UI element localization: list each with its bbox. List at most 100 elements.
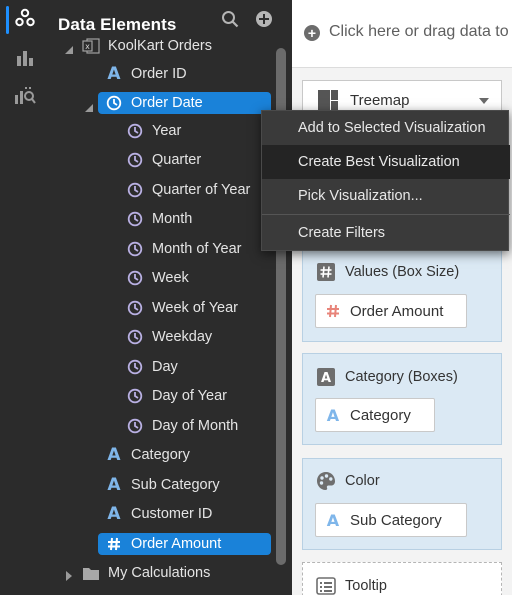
values-drop-zone[interactable]: Values (Box Size) Order Amount — [302, 250, 502, 342]
tree-item-date-part[interactable]: Weekday — [126, 326, 212, 348]
drop-hint: Click here or drag data to — [329, 23, 509, 40]
attribute-icon: A — [326, 510, 340, 530]
menu-item-pick-visualization[interactable]: Pick Visualization... — [262, 179, 510, 213]
tree-item-label: Day of Month — [152, 418, 239, 434]
tree-item-date-part[interactable]: Week of Year — [126, 297, 238, 319]
chip-label: Category — [350, 406, 411, 424]
date-icon — [126, 328, 144, 346]
excel-icon: x — [82, 37, 100, 55]
tree-item-label: Month — [152, 211, 193, 227]
attribute-icon: A — [326, 405, 340, 425]
tree-item-date-part[interactable]: Year — [126, 120, 181, 142]
tree-item-label: Category — [131, 447, 190, 463]
chip-label: Sub Category — [350, 511, 442, 529]
panel-title: Data Elements — [58, 15, 177, 34]
tree-item-date-part[interactable]: Month — [126, 208, 192, 230]
menu-divider — [262, 214, 510, 215]
tree-item-label: Order Date — [131, 95, 203, 111]
attribute-icon: A — [107, 64, 121, 84]
search-button[interactable] — [219, 10, 241, 32]
color-zone-title: Color — [345, 473, 380, 489]
tree-item-date-part[interactable]: Quarter — [126, 149, 201, 171]
date-icon — [126, 417, 144, 435]
tree-item-label: Day of Year — [152, 388, 227, 404]
folder-icon — [82, 564, 100, 582]
chip-label: Order Amount — [350, 302, 444, 320]
menu-item-add-to-selected[interactable]: Add to Selected Visualization — [262, 111, 510, 145]
tree-item-order-id[interactable]: A Order ID — [105, 63, 187, 85]
date-icon — [126, 387, 144, 405]
analytics-icon — [14, 86, 36, 111]
canvas-area: + Click here or drag data to Treemap Val… — [292, 0, 512, 595]
tree-item-label: Weekday — [152, 329, 213, 345]
order-date-collapse-toggle[interactable] — [84, 100, 94, 112]
color-chip[interactable]: A Sub Category — [315, 503, 467, 537]
tree-item-category[interactable]: A Category — [105, 444, 190, 466]
date-icon — [126, 269, 144, 287]
add-circle-icon: + — [304, 25, 320, 41]
tooltip-drop-zone[interactable]: Tooltip — [302, 562, 502, 595]
color-drop-zone[interactable]: Color A Sub Category — [302, 458, 502, 550]
measure-icon — [316, 262, 336, 282]
tree-item-label: Year — [152, 123, 182, 139]
measure-icon — [324, 302, 342, 320]
svg-text:x: x — [85, 42, 90, 51]
values-chip[interactable]: Order Amount — [315, 294, 467, 328]
my-calculations-expand-toggle[interactable] — [64, 568, 74, 581]
date-icon — [126, 358, 144, 376]
tree-item-customer-id[interactable]: A Customer ID — [105, 503, 212, 525]
data-elements-panel: Data Elements x KoolKart Orders A Order … — [50, 0, 292, 595]
tree-item-label: Order Amount — [131, 536, 222, 552]
category-chip[interactable]: A Category — [315, 398, 435, 432]
date-icon — [126, 181, 144, 199]
attribute-icon: A — [107, 445, 121, 465]
tree-item-label: Customer ID — [131, 506, 213, 522]
tree-item-label: Quarter of Year — [152, 182, 251, 198]
tree-item-date-part[interactable]: Day of Year — [126, 385, 227, 407]
tree-item-sub-category[interactable]: A Sub Category — [105, 474, 220, 496]
dataset-collapse-toggle[interactable] — [64, 42, 74, 54]
add-icon — [255, 10, 273, 33]
date-icon — [126, 210, 144, 228]
tree-item-dataset[interactable]: x KoolKart Orders — [82, 35, 212, 57]
tree-item-label: Order ID — [131, 66, 187, 82]
tree-item-date-part[interactable]: Quarter of Year — [126, 179, 250, 201]
tree-item-date-part[interactable]: Week — [126, 267, 189, 289]
tree-item-my-calculations[interactable]: My Calculations — [82, 562, 210, 584]
svg-text:A: A — [321, 371, 331, 386]
date-icon — [126, 122, 144, 140]
tree-item-order-amount[interactable]: Order Amount — [98, 533, 271, 555]
tooltip-icon — [316, 576, 336, 595]
date-icon — [126, 299, 144, 317]
tree-item-label: Sub Category — [131, 477, 220, 493]
date-icon — [126, 151, 144, 169]
tree-item-order-date[interactable]: Order Date — [98, 92, 271, 114]
visualizations-tab-button[interactable] — [0, 42, 50, 78]
data-tab-button[interactable] — [0, 2, 50, 38]
visualizations-icon — [15, 48, 35, 73]
tree-item-label: My Calculations — [108, 565, 211, 581]
canvas-drop-target[interactable]: + Click here or drag data to — [292, 0, 512, 68]
palette-icon — [316, 471, 336, 491]
tree-item-date-part[interactable]: Day of Month — [126, 415, 238, 437]
left-tool-rail — [0, 0, 50, 595]
category-zone-title: Category (Boxes) — [345, 369, 458, 385]
tree-item-date-part[interactable]: Day — [126, 356, 178, 378]
tree-item-date-part[interactable]: Month of Year — [126, 238, 242, 260]
date-icon — [105, 94, 123, 112]
menu-item-create-filters[interactable]: Create Filters — [262, 216, 510, 250]
attribute-icon: A — [107, 475, 121, 495]
tree-item-label: Week of Year — [152, 300, 238, 316]
data-icon — [15, 8, 35, 33]
search-icon — [221, 10, 239, 33]
tree-item-label: Quarter — [152, 152, 202, 168]
analytics-tab-button[interactable] — [0, 80, 50, 116]
chevron-down-icon — [479, 98, 489, 104]
tree-item-label: Week — [152, 270, 189, 286]
add-data-button[interactable] — [253, 10, 275, 32]
measure-icon — [105, 535, 123, 553]
category-drop-zone[interactable]: A Category (Boxes) A Category — [302, 353, 502, 445]
menu-item-create-best-visualization[interactable]: Create Best Visualization — [262, 145, 510, 179]
tree-item-label: Day — [152, 359, 178, 375]
context-menu: Add to Selected Visualization Create Bes… — [261, 110, 510, 251]
